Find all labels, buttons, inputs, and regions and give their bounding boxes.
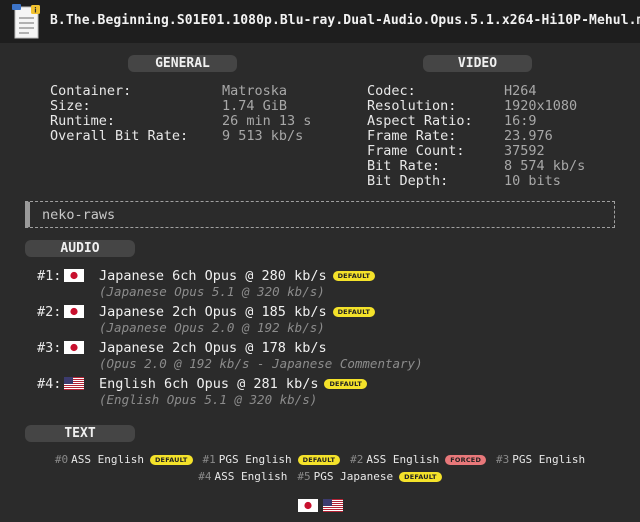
general-header: GENERAL (128, 55, 237, 72)
audio-track-title: Japanese 6ch Opus @ 280 kb/s (99, 267, 327, 284)
audio-track-subtitle: (English Opus 5.1 @ 320 kb/s) (99, 392, 318, 407)
title-bar: i B.The.Beginning.S01E01.1080p.Blu-ray.D… (0, 0, 640, 43)
subtitle-track: #1 PGS English DEFAULT (203, 453, 341, 466)
subtitle-track-number: #1 (202, 453, 216, 466)
audio-track-number: #2: (37, 303, 62, 320)
video-header: VIDEO (423, 55, 532, 72)
video-row: Frame Rate: 23.976 (367, 129, 585, 144)
forced-badge: FORCED (445, 454, 487, 465)
subtitle-track-number: #4 (198, 470, 212, 483)
audio-track-title: Japanese 2ch Opus @ 178 kb/s (99, 339, 327, 356)
subtitle-track-name: PGS Japanese (313, 470, 394, 483)
jp-flag-icon (64, 305, 84, 318)
video-key: Aspect Ratio: (367, 113, 473, 129)
audio-track-subtitle: (Japanese Opus 5.1 @ 320 kb/s) (99, 284, 325, 299)
video-value: 37592 (504, 143, 545, 159)
subtitle-track-name: PGS English (218, 453, 292, 466)
audio-track-title: English 6ch Opus @ 281 kb/s (99, 375, 319, 392)
document-info-icon: i (12, 4, 40, 39)
subtitle-track-name: ASS English (214, 470, 288, 483)
us-flag-icon (64, 377, 84, 390)
subtitle-track-number: #2 (350, 453, 364, 466)
jp-flag-icon (297, 499, 318, 512)
default-badge: DEFAULT (324, 378, 367, 389)
default-badge: DEFAULT (399, 471, 442, 482)
audio-header: AUDIO (25, 240, 135, 257)
subtitle-track: #2 ASS English FORCED (350, 453, 487, 466)
release-group-box: neko-raws (25, 201, 615, 228)
video-row: Codec: H264 (367, 84, 585, 99)
general-key: Overall Bit Rate: (50, 128, 189, 144)
audio-track: #3: Japanese 2ch Opus @ 178 kb/s (Opus 2… (37, 339, 423, 372)
filename-title: B.The.Beginning.S01E01.1080p.Blu-ray.Dua… (50, 13, 640, 28)
general-row: Overall Bit Rate: 9 513 kb/s (50, 129, 311, 144)
video-value: 16:9 (504, 113, 537, 129)
default-badge: DEFAULT (332, 270, 376, 281)
general-row: Size: 1.74 GiB (50, 99, 311, 114)
video-row: Bit Depth: 10 bits (367, 174, 585, 189)
general-value: 9 513 kb/s (222, 128, 304, 144)
subtitle-track-name: PGS English (512, 453, 586, 466)
subtitle-track-name: ASS English (71, 453, 144, 466)
general-key: Size: (50, 98, 91, 114)
video-value: 10 bits (504, 173, 561, 189)
video-value: H264 (504, 83, 537, 99)
video-value: 8 574 kb/s (504, 158, 586, 174)
subtitle-track: #4 ASS English (198, 470, 287, 483)
jp-flag-icon (64, 341, 84, 354)
us-flag-icon (322, 499, 343, 512)
general-row: Runtime: 26 min 13 s (50, 114, 311, 129)
video-key: Bit Rate: (367, 158, 441, 174)
audio-track: #1: Japanese 6ch Opus @ 280 kb/s DEFAULT… (37, 267, 376, 299)
subtitle-track-row: #4 ASS English #5 PGS Japanese DEFAULT (0, 470, 640, 483)
release-group-label: neko-raws (42, 206, 116, 223)
general-info: Container: Matroska Size: 1.74 GiB Runtime… (50, 84, 311, 144)
subtitle-track-number: #5 (297, 470, 311, 483)
video-value: 23.976 (504, 128, 553, 144)
subtitle-track-row: #0 ASS English DEFAULT #1 PGS English DE… (0, 453, 640, 466)
general-key: Runtime: (50, 113, 116, 129)
general-row: Container: Matroska (50, 84, 311, 99)
audio-track: #4: English 6ch Opus @ 281 kb/s DEFAULT … (37, 375, 367, 407)
video-value: 1920x1080 (504, 98, 578, 114)
subtitle-track-name: ASS English (366, 453, 440, 466)
video-row: Resolution: 1920x1080 (367, 99, 585, 114)
default-badge: DEFAULT (149, 454, 193, 465)
video-row: Aspect Ratio: 16:9 (367, 114, 585, 129)
general-value: Matroska (222, 83, 288, 99)
subtitle-track: #0 ASS English DEFAULT (55, 453, 193, 466)
jp-flag-icon (64, 269, 84, 282)
audio-track-title: Japanese 2ch Opus @ 185 kb/s (99, 303, 327, 320)
audio-track-number: #4: (37, 375, 62, 392)
video-row: Frame Count: 37592 (367, 144, 585, 159)
video-info: Codec: H264 Resolution: 1920x1080 Aspect R… (367, 84, 585, 189)
video-key: Bit Depth: (367, 173, 449, 189)
video-key: Frame Rate: (367, 128, 457, 144)
video-key: Resolution: (367, 98, 457, 114)
video-row: Bit Rate: 8 574 kb/s (367, 159, 585, 174)
audio-track-subtitle: (Opus 2.0 @ 192 kb/s - Japanese Commenta… (99, 356, 423, 371)
audio-track-number: #3: (37, 339, 62, 356)
svg-text:i: i (34, 7, 36, 15)
general-key: Container: (50, 83, 132, 99)
audio-track-subtitle: (Japanese Opus 2.0 @ 192 kb/s) (99, 320, 325, 335)
language-flags (0, 499, 640, 512)
general-value: 1.74 GiB (222, 98, 288, 114)
default-badge: DEFAULT (332, 306, 376, 317)
video-key: Frame Count: (367, 143, 465, 159)
subtitle-track-number: #3 (496, 453, 510, 466)
subtitle-track: #5 PGS Japanese DEFAULT (297, 470, 442, 483)
subtitle-track-number: #0 (54, 453, 69, 466)
video-key: Codec: (367, 83, 416, 99)
audio-track-number: #1: (37, 267, 62, 284)
text-header: TEXT (25, 425, 135, 442)
audio-track: #2: Japanese 2ch Opus @ 185 kb/s DEFAULT… (37, 303, 376, 335)
default-badge: DEFAULT (297, 454, 341, 465)
subtitle-track: #3 PGS English (496, 453, 585, 466)
general-value: 26 min 13 s (222, 113, 312, 129)
